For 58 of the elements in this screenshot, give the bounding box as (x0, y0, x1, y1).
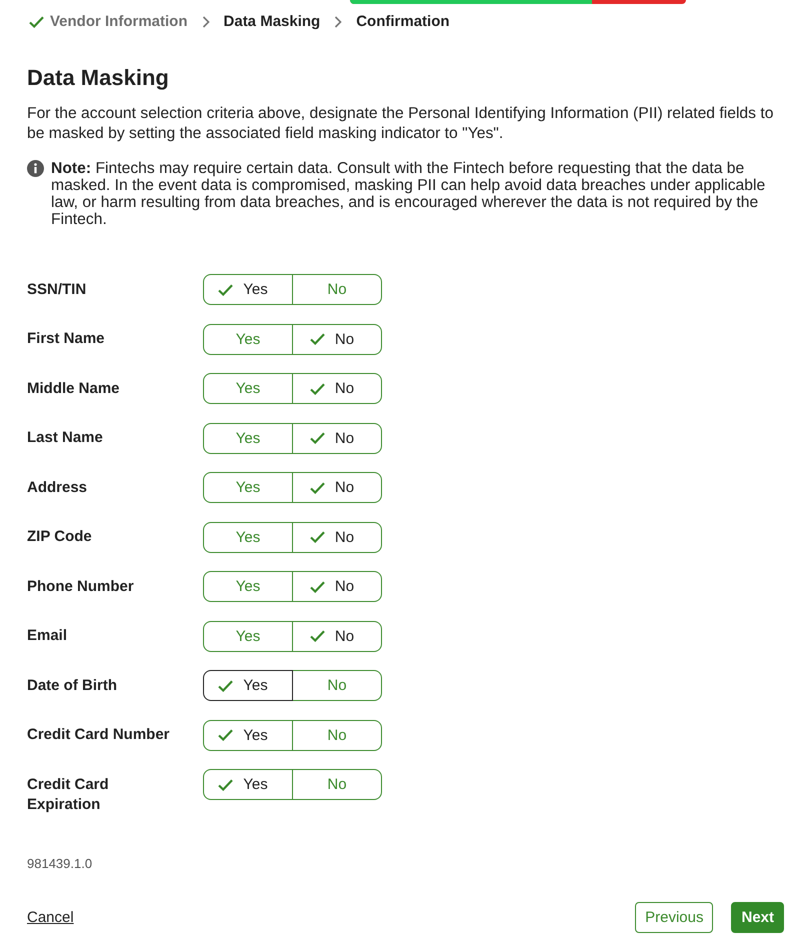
check-icon (310, 432, 325, 444)
breadcrumb-step[interactable]: Confirmation (356, 12, 450, 32)
check-icon (218, 729, 234, 741)
toggle-option[interactable]: Yes (203, 522, 293, 552)
check-icon (29, 16, 44, 28)
check-icon (218, 680, 234, 692)
check-icon (310, 333, 325, 345)
field-label: Credit Card Number (27, 725, 171, 745)
toggle-option[interactable]: No (293, 472, 382, 503)
check-icon (310, 630, 325, 642)
field-label: Date of Birth (27, 676, 118, 696)
check-icon (310, 382, 325, 394)
toggle-option[interactable]: No (293, 720, 382, 750)
toggle-option[interactable]: Yes (203, 324, 293, 354)
check-icon (310, 580, 325, 592)
field-label: Phone Number (27, 576, 135, 596)
toggle-option[interactable]: Yes (203, 670, 293, 701)
toggle-option[interactable]: No (293, 274, 382, 305)
toggle-option[interactable]: No (293, 670, 382, 701)
toggle-option[interactable]: No (293, 571, 382, 602)
field-label: First Name (27, 329, 106, 349)
page-title: Data Masking (27, 64, 170, 92)
toggle-option[interactable]: No (293, 620, 382, 652)
cancel-link[interactable]: Cancel (27, 908, 74, 926)
toggle-option[interactable]: Yes (203, 373, 293, 404)
toggle-option[interactable]: Yes (203, 472, 293, 503)
toggle-option[interactable]: No (293, 324, 382, 354)
field-label: SSN/TIN (27, 280, 88, 300)
check-icon (218, 284, 234, 296)
toggle-option[interactable]: Yes (203, 571, 293, 602)
breadcrumb-step[interactable]: Data Masking (224, 12, 320, 32)
toggle-option[interactable]: Yes (203, 720, 293, 750)
field-label: Last Name (27, 428, 104, 448)
chevron-right-icon (334, 16, 342, 28)
field-label: Credit Card Expiration (27, 774, 110, 814)
chevron-right-icon (202, 16, 210, 28)
breadcrumb-step[interactable]: Vendor Information (50, 12, 188, 32)
note-text: Note: Fintechs may require certain data. Consult with the Fintech before requesting that the data be masked. In the event data is compromised, masking PII can help avoid data breaches under applicable law, or harm resulting from data breaches, and is encouraged wherever the data is not required by the Fintech. (51, 160, 766, 228)
toggle-option[interactable]: Yes (203, 274, 293, 305)
toggle-option[interactable]: No (293, 422, 382, 454)
toggle-option[interactable]: Yes (203, 769, 293, 800)
check-icon (310, 482, 325, 494)
field-label: Middle Name (27, 378, 121, 398)
toggle-option[interactable]: Yes (203, 422, 293, 454)
field-label: Address (27, 478, 88, 498)
check-icon (310, 531, 325, 543)
field-label: ZIP Code (27, 527, 93, 547)
toggle-option[interactable]: No (293, 373, 382, 404)
info-icon (27, 160, 44, 177)
next-button[interactable]: Next (731, 902, 784, 932)
version-text: 981439.1.0 (27, 854, 94, 872)
toggle-option[interactable]: Yes (203, 620, 293, 652)
toggle-option[interactable]: No (293, 522, 382, 552)
field-label: Email (27, 626, 68, 646)
previous-button[interactable]: Previous (635, 902, 714, 932)
description-text: For the account selection criteria above, designate the Personal Identifying Information (PII) related fields to be masked by setting the associated field masking indicator to "Yes". (27, 104, 774, 144)
check-icon (218, 778, 234, 790)
toggle-option[interactable]: No (293, 769, 382, 800)
